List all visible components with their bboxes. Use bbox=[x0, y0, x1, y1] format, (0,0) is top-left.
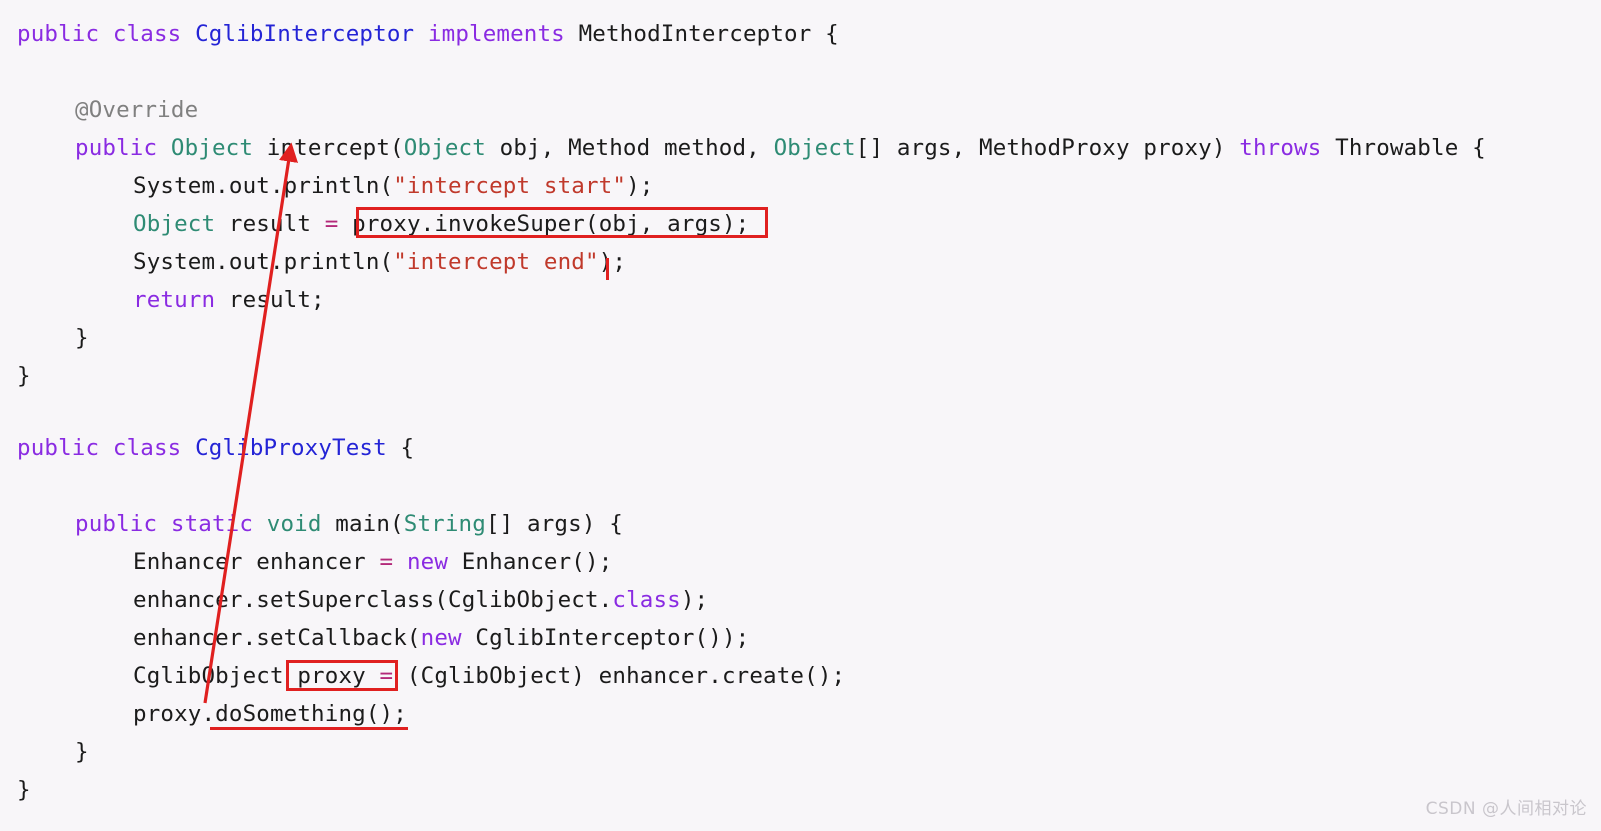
code-line: return result; bbox=[133, 281, 325, 319]
code-token: void bbox=[266, 511, 322, 537]
code-token: CglibInterceptor()); bbox=[461, 625, 750, 651]
code-line: Enhancer enhancer = new Enhancer(); bbox=[133, 543, 612, 581]
code-line: } bbox=[17, 771, 31, 809]
code-line: enhancer.setCallback(new CglibIntercepto… bbox=[133, 619, 749, 657]
code-token: Enhancer(); bbox=[448, 549, 613, 575]
code-token: proxy.doSomething(); bbox=[133, 701, 407, 727]
code-line: public class CglibInterceptor implements… bbox=[17, 15, 839, 53]
code-token: Enhancer enhancer bbox=[133, 549, 380, 575]
proxy-variable-highlight bbox=[286, 660, 398, 691]
code-token: Object bbox=[403, 135, 486, 161]
do-something-underline bbox=[210, 727, 408, 730]
code-token: { bbox=[386, 435, 415, 461]
code-token: Object bbox=[170, 135, 254, 161]
code-token: main( bbox=[321, 511, 404, 537]
code-token: return bbox=[133, 287, 216, 313]
code-token: class bbox=[612, 587, 681, 613]
code-token: } bbox=[75, 325, 89, 351]
code-token: = bbox=[379, 549, 394, 575]
code-line: public class CglibProxyTest { bbox=[17, 429, 414, 467]
code-line: System.out.println("intercept start"); bbox=[133, 167, 653, 205]
code-line: CglibObject proxy = (CglibObject) enhanc… bbox=[133, 657, 845, 695]
code-token: static bbox=[170, 511, 254, 537]
code-token: String bbox=[403, 511, 486, 537]
code-token: "intercept end" bbox=[393, 249, 599, 275]
code-token: intercept( bbox=[253, 135, 404, 161]
code-token: @Override bbox=[75, 97, 199, 123]
code-token: [] args) { bbox=[485, 511, 623, 537]
code-token: enhancer.setCallback( bbox=[133, 625, 421, 651]
invoke-super-highlight bbox=[356, 207, 768, 238]
code-token: new bbox=[406, 549, 449, 575]
code-token: } bbox=[75, 739, 89, 765]
code-line: } bbox=[17, 357, 31, 395]
code-token: Object bbox=[133, 211, 216, 237]
code-token: class bbox=[112, 435, 182, 461]
code-line: } bbox=[75, 319, 89, 357]
text-caret bbox=[606, 258, 609, 280]
code-line: public static void main(String[] args) { bbox=[75, 505, 623, 543]
code-token: "intercept start" bbox=[393, 173, 627, 199]
code-token: [] args, MethodProxy proxy) bbox=[855, 135, 1240, 161]
code-token: = bbox=[324, 211, 339, 237]
code-token: enhancer.setSuperclass(CglibObject. bbox=[133, 587, 613, 613]
code-token: new bbox=[420, 625, 462, 651]
code-token: Throwable { bbox=[1321, 135, 1486, 161]
code-token: public bbox=[75, 135, 158, 161]
code-token: implements bbox=[427, 21, 565, 47]
code-token: ); bbox=[626, 173, 654, 199]
code-token: } bbox=[17, 363, 31, 389]
code-token: class bbox=[112, 21, 182, 47]
code-token: CglibInterceptor bbox=[195, 21, 415, 47]
code-token: Object bbox=[773, 135, 856, 161]
code-token: public bbox=[75, 511, 158, 537]
code-token: ); bbox=[598, 249, 627, 275]
code-token: throws bbox=[1239, 135, 1322, 161]
code-token: public bbox=[17, 21, 100, 47]
code-token: { bbox=[811, 21, 839, 47]
code-line: } bbox=[75, 733, 89, 771]
code-token: } bbox=[17, 777, 31, 803]
code-token: result; bbox=[215, 287, 325, 313]
code-token: CglibProxyTest bbox=[195, 435, 387, 461]
code-line: System.out.println("intercept end"); bbox=[133, 243, 626, 281]
code-token: obj, Method method, bbox=[485, 135, 774, 161]
code-token: (CglibObject) enhancer.create(); bbox=[393, 663, 846, 689]
code-token: MethodInterceptor bbox=[578, 21, 812, 47]
code-token: System.out.println( bbox=[133, 249, 394, 275]
code-line: public Object intercept(Object obj, Meth… bbox=[75, 129, 1486, 167]
code-line: @Override bbox=[75, 91, 198, 129]
watermark-label: CSDN @人间相对论 bbox=[1425, 799, 1587, 819]
code-token: result bbox=[215, 211, 325, 237]
code-token: System.out.println( bbox=[133, 173, 394, 199]
code-token: public bbox=[17, 435, 100, 461]
code-token: ); bbox=[680, 587, 709, 613]
code-line: enhancer.setSuperclass(CglibObject.class… bbox=[133, 581, 708, 619]
